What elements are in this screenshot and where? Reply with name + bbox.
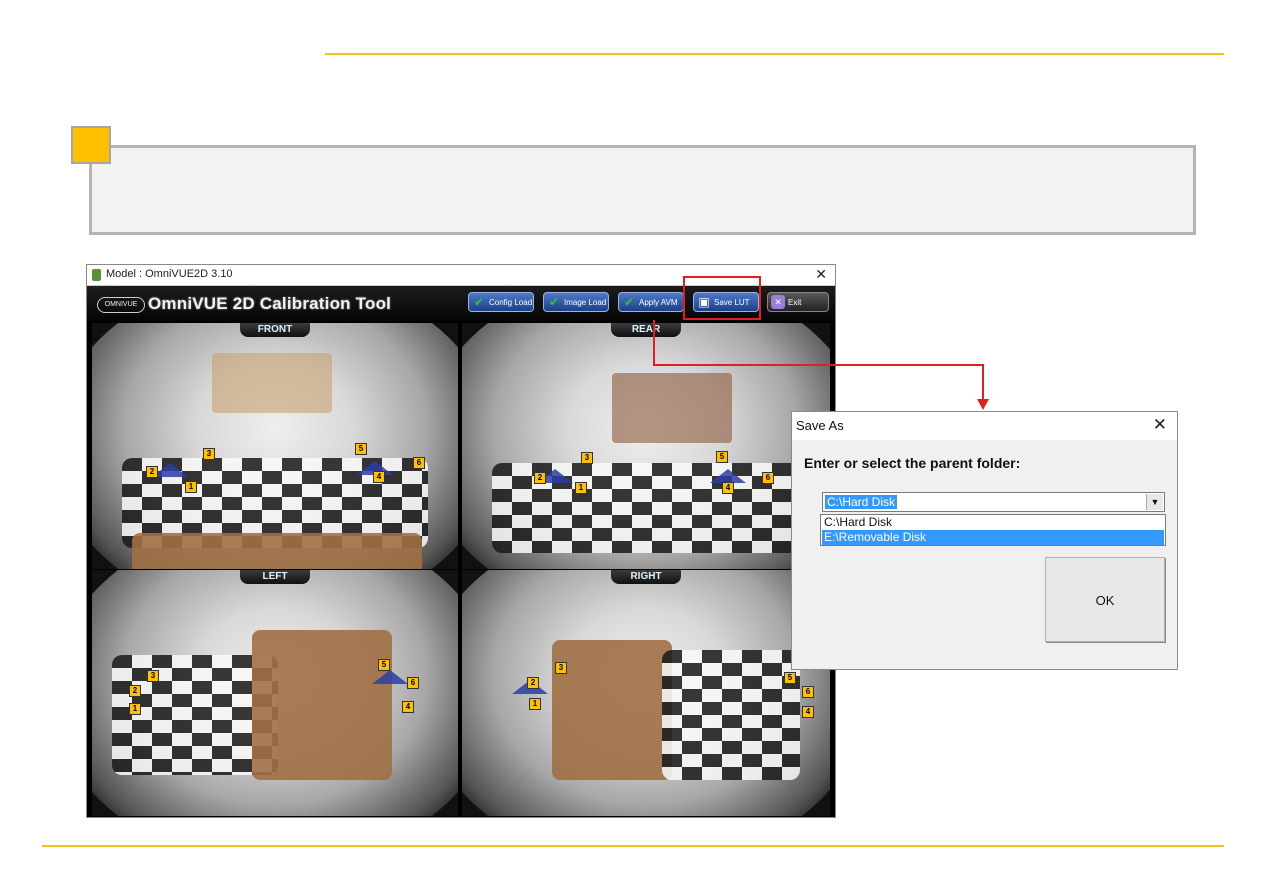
folder-combobox[interactable]: C:\Hard Disk ▼ [822,492,1165,512]
arrow-head-icon [977,399,989,410]
omnivue-logo: OMNIVUE [97,297,145,313]
check-icon: ✔ [473,295,485,309]
dialog-close-button[interactable]: ✕ [1153,415,1167,435]
marker-1[interactable]: 1 [529,698,541,710]
marker-6[interactable]: 6 [407,677,419,689]
window-title: Model : OmniVUE2D 3.10 [106,268,233,280]
marker-3[interactable]: 3 [555,662,567,674]
marker-5[interactable]: 5 [378,659,390,671]
ok-button[interactable]: OK [1045,557,1165,642]
image-load-label: Image Load [564,298,607,307]
image-load-button[interactable]: ✔ Image Load [543,292,609,312]
carpet-area [552,640,672,780]
right-camera-view: 1 2 3 4 5 6 RIGHT [462,570,830,816]
config-load-label: Config Load [489,298,533,307]
marker-5[interactable]: 5 [716,451,728,463]
marker-3[interactable]: 3 [203,448,215,460]
front-camera-view: 1 2 3 4 5 6 FRONT [92,323,458,569]
marker-5[interactable]: 5 [784,672,796,684]
calibration-triangle [372,670,408,684]
rear-camera-view: 1 2 3 4 5 6 REAR [462,323,830,569]
save-lut-highlight [683,276,761,320]
marker-1[interactable]: 1 [129,703,141,715]
exit-icon: ✕ [771,295,785,309]
exit-button[interactable]: ✕ Exit [767,292,829,312]
marker-2[interactable]: 2 [129,685,141,697]
combobox-value[interactable]: C:\Hard Disk [825,495,898,509]
marker-3[interactable]: 3 [581,452,593,464]
connector-line [982,364,984,400]
marker-4[interactable]: 4 [722,482,734,494]
app-name: OmniVUE 2D Calibration Tool [148,294,392,313]
front-label: FRONT [240,323,310,337]
connector-line [653,320,655,366]
dialog-title: Save As [796,418,844,433]
marker-6[interactable]: 6 [802,686,814,698]
shelf-scene [212,353,332,413]
marker-4[interactable]: 4 [402,701,414,713]
left-label: LEFT [240,570,310,584]
top-accent-line [325,53,1224,55]
carpet-area [252,630,392,780]
marker-6[interactable]: 6 [413,457,425,469]
check-icon: ✔ [548,295,560,309]
check-icon: ✔ [623,295,635,309]
folder-list: C:\Hard Disk E:\Removable Disk [820,514,1166,546]
marker-6[interactable]: 6 [762,472,774,484]
marker-1[interactable]: 1 [185,481,197,493]
note-box [89,145,1196,235]
marker-2[interactable]: 2 [534,472,546,484]
window-close-button[interactable]: ✕ [815,266,827,283]
config-load-button[interactable]: ✔ Config Load [468,292,534,312]
chevron-down-icon[interactable]: ▼ [1146,494,1163,510]
option-removable-disk[interactable]: E:\Removable Disk [822,530,1164,545]
right-label: RIGHT [611,570,681,584]
marker-1[interactable]: 1 [575,482,587,494]
bottom-accent-line [42,845,1224,847]
apply-avm-button[interactable]: ✔ Apply AVM [618,292,684,312]
checkerboard-floor [662,650,800,780]
marker-4[interactable]: 4 [373,471,385,483]
app-icon [92,269,101,281]
marker-2[interactable]: 2 [527,677,539,689]
option-hard-disk[interactable]: C:\Hard Disk [822,515,1164,530]
dialog-prompt: Enter or select the parent folder: [804,455,1021,471]
exit-label: Exit [788,298,802,307]
calibration-triangle [710,469,746,483]
marker-4[interactable]: 4 [802,706,814,718]
shelf-scene [612,373,732,443]
marker-3[interactable]: 3 [147,670,159,682]
marker-2[interactable]: 2 [146,466,158,478]
rear-label: REAR [611,323,681,337]
connector-line [653,364,983,366]
marker-5[interactable]: 5 [355,443,367,455]
left-camera-view: 1 2 3 4 5 6 LEFT [92,570,458,816]
save-as-dialog: Save As ✕ Enter or select the parent fol… [791,411,1178,670]
apply-avm-label: Apply AVM [639,298,678,307]
app-window: Model : OmniVUE2D 3.10 ✕ OMNIVUE OmniVUE… [86,264,836,818]
note-square-icon [71,126,111,164]
carpet-area [132,533,422,569]
dialog-titlebar: Save As ✕ [792,412,1177,440]
